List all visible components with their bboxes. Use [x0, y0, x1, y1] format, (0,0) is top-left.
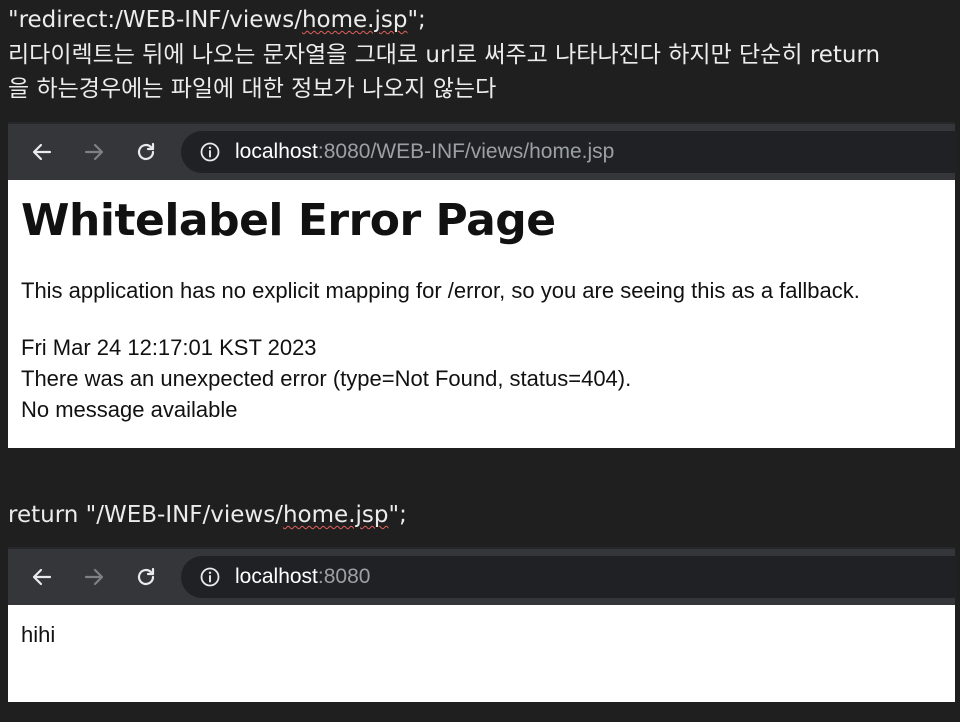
forward-button[interactable] [78, 136, 110, 168]
forward-button[interactable] [78, 561, 110, 593]
note-redirect-explanation-line2: 을 하는경우에는 파일에 대한 정보가 나오지 않는다 [8, 76, 497, 102]
note-return-code: return "/WEB-INF/views/home.jsp"; [8, 499, 407, 531]
back-button[interactable] [26, 561, 58, 593]
page-viewport: Whitelabel Error Page This application h… [8, 180, 955, 448]
note-return-filename: home.jsp [282, 502, 389, 528]
arrow-left-icon [32, 568, 52, 586]
error-page-title: Whitelabel Error Page [21, 195, 556, 246]
arrow-right-icon [84, 143, 104, 161]
address-bar[interactable]: localhost:8080 [181, 556, 957, 598]
error-page-message: This application has no explicit mapping… [21, 278, 860, 303]
browser-window-redirect: localhost:8080/WEB-INF/views/home.jsp Wh… [8, 122, 957, 448]
info-circle-icon[interactable] [199, 566, 221, 588]
url-port: :8080 [317, 565, 371, 588]
page-body-text: hihi [21, 622, 56, 647]
info-circle-icon[interactable] [199, 141, 221, 163]
error-page-timestamp: Fri Mar 24 12:17:01 KST 2023 [21, 335, 317, 360]
reload-icon [137, 567, 155, 586]
error-page-detail: There was an unexpected error (type=Not … [21, 366, 632, 391]
note-redirect-explanation-line1: 리다이렉트는 뒤에 나오는 문자열을 그대로 url로 써주고 나타나진다 하지… [8, 42, 881, 68]
browser-toolbar: localhost:8080/WEB-INF/views/home.jsp [8, 122, 957, 180]
url-host: localhost [235, 140, 318, 163]
address-bar[interactable]: localhost:8080/WEB-INF/views/home.jsp [181, 131, 957, 173]
note-redirect-prefix: "redirect:/WEB-INF/views/ [8, 7, 302, 33]
arrow-right-icon [84, 568, 104, 586]
url-path: :8080/WEB-INF/views/home.jsp [317, 140, 615, 163]
arrow-left-icon [32, 143, 52, 161]
reload-button[interactable] [130, 561, 162, 593]
note-redirect-code: "redirect:/WEB-INF/views/home.jsp"; [8, 4, 426, 36]
error-page-no-message: No message available [21, 397, 238, 422]
note-redirect-filename: home.jsp [301, 7, 408, 33]
browser-toolbar: localhost:8080 [8, 547, 957, 605]
reload-icon [137, 142, 155, 161]
note-redirect-suffix: "; [407, 7, 426, 33]
reload-button[interactable] [130, 136, 162, 168]
note-return-prefix: return "/WEB-INF/views/ [8, 502, 283, 528]
back-button[interactable] [26, 136, 58, 168]
page-viewport: hihi [8, 605, 955, 702]
note-return-suffix: "; [388, 502, 407, 528]
url-host: localhost [235, 565, 318, 588]
browser-window-return: localhost:8080 hihi [8, 547, 957, 702]
